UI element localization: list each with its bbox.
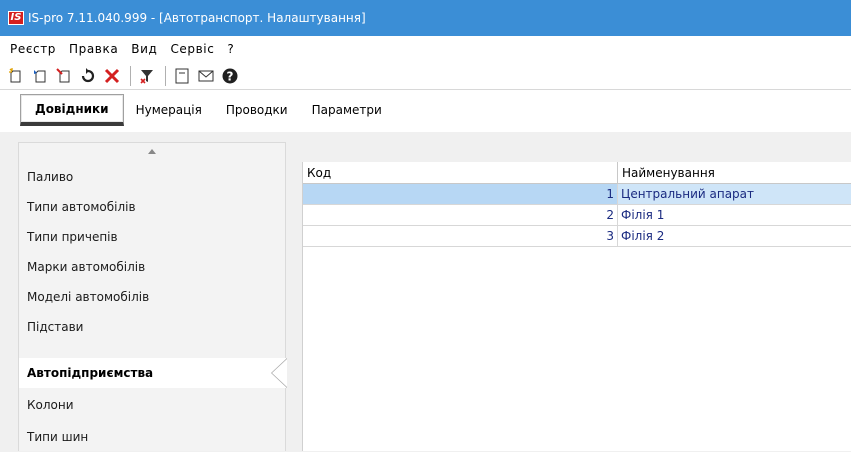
delete-icon[interactable] — [104, 68, 120, 84]
nav-item-fuel[interactable]: Паливо — [19, 162, 286, 192]
new-icon[interactable] — [8, 67, 24, 84]
tab-parameters[interactable]: Параметри — [300, 94, 394, 126]
refresh-icon[interactable] — [80, 67, 96, 84]
cell-code: 3 — [303, 226, 618, 246]
nav-item-vehicle-models[interactable]: Моделі автомобілів — [19, 282, 286, 312]
filter-icon[interactable] — [139, 68, 155, 84]
table-row[interactable]: 2 Філія 1 — [303, 205, 851, 226]
tab-postings[interactable]: Проводки — [214, 94, 300, 126]
tab-bar: Довідники Нумерація Проводки Параметри — [0, 90, 851, 132]
column-header-name[interactable]: Найменування — [618, 162, 851, 184]
cell-code: 1 — [303, 184, 618, 204]
table-row[interactable]: 3 Філія 2 — [303, 226, 851, 247]
nav-item-vehicle-types[interactable]: Типи автомобілів — [19, 192, 286, 222]
cell-code: 2 — [303, 205, 618, 225]
menu-item-view[interactable]: Вид — [125, 42, 164, 56]
toolbar: ? — [0, 62, 851, 90]
nav-item-trailer-types[interactable]: Типи причепів — [19, 222, 286, 252]
directory-nav: Паливо Типи автомобілів Типи причепів Ма… — [18, 142, 287, 452]
nav-item-vehicle-brands[interactable]: Марки автомобілів — [19, 252, 286, 282]
active-notch-inner — [272, 359, 287, 387]
menu-item-service[interactable]: Сервіс — [164, 42, 221, 56]
mail-icon[interactable] — [198, 68, 214, 84]
copy-icon[interactable] — [32, 68, 48, 84]
nav-item-columns[interactable]: Колони — [19, 390, 286, 420]
toolbar-separator — [165, 65, 166, 86]
edit-icon[interactable] — [56, 67, 72, 84]
toolbar-separator — [130, 65, 131, 86]
nav-item-enterprises[interactable]: Автопідприємства — [19, 358, 287, 388]
tab-directories[interactable]: Довідники — [20, 94, 124, 126]
tab-numbering[interactable]: Нумерація — [124, 94, 214, 126]
nav-item-label: Автопідприємства — [27, 366, 154, 380]
form-icon[interactable] — [174, 68, 190, 84]
cell-name: Філія 2 — [621, 229, 665, 243]
app-logo: IS — [8, 11, 24, 25]
help-icon[interactable]: ? — [222, 68, 238, 84]
svg-text:?: ? — [227, 69, 234, 83]
content-area: Паливо Типи автомобілів Типи причепів Ма… — [0, 132, 851, 451]
data-grid: Код Найменування 1 Центральний апарат 2 … — [302, 162, 851, 451]
menu-item-registry[interactable]: Реєстр — [4, 42, 63, 56]
grid-header: Код Найменування — [303, 162, 851, 184]
nav-item-grounds[interactable]: Підстави — [19, 312, 286, 342]
table-row[interactable]: 1 Центральний апарат — [303, 184, 851, 205]
column-header-code[interactable]: Код — [303, 162, 618, 184]
menu-item-help[interactable]: ? — [221, 42, 241, 56]
menu-item-edit[interactable]: Правка — [63, 42, 125, 56]
nav-item-tire-types[interactable]: Типи шин — [19, 422, 286, 452]
cell-name: Філія 1 — [621, 208, 665, 222]
title-bar: IS IS-pro 7.11.040.999 - [Автотранспорт.… — [0, 0, 851, 36]
menu-bar: Реєстр Правка Вид Сервіс ? — [0, 36, 851, 62]
scroll-up-icon[interactable] — [148, 149, 156, 154]
cell-name: Центральний апарат — [618, 184, 851, 204]
window-title: IS-pro 7.11.040.999 - [Автотранспорт. На… — [28, 11, 366, 25]
